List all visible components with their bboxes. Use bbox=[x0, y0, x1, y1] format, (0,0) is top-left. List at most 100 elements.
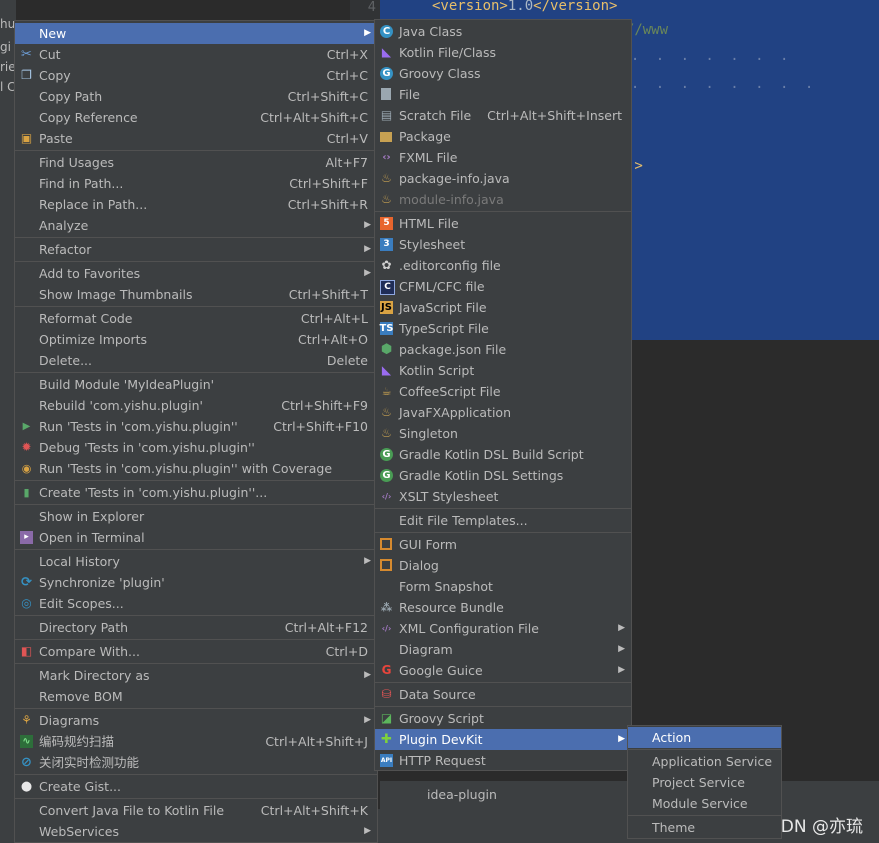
submenu-arrow-icon: ▶ bbox=[364, 826, 371, 836]
menu-item-show-image-thumbnails[interactable]: Show Image Thumbnails Ctrl+Shift+T bbox=[15, 284, 377, 305]
menu-item-shortcut: Ctrl+Shift+T bbox=[288, 287, 368, 302]
menu-item-label: Refactor bbox=[39, 242, 92, 257]
new-item-stylesheet[interactable]: 3 Stylesheet bbox=[375, 234, 631, 255]
new-item-plugin-devkit[interactable]: ✚ Plugin DevKit ▶ bbox=[375, 729, 631, 750]
menu-item-item[interactable]: ⊘ 关闭实时检测功能 bbox=[15, 752, 377, 773]
menu-item-label: Find in Path... bbox=[39, 176, 124, 191]
devkit-item-module-service[interactable]: Module Service bbox=[628, 793, 781, 814]
new-item-groovy-class[interactable]: G Groovy Class bbox=[375, 63, 631, 84]
menu-item-label: Paste bbox=[39, 131, 73, 146]
menu-item-label: Singleton bbox=[399, 426, 458, 441]
devkit-item-project-service[interactable]: Project Service bbox=[628, 772, 781, 793]
new-item-typescript-file[interactable]: TS TypeScript File bbox=[375, 318, 631, 339]
menu-item-find-in-path[interactable]: Find in Path... Ctrl+Shift+F bbox=[15, 173, 377, 194]
menu-item-new[interactable]: New ▶ bbox=[15, 23, 377, 44]
menu-item-diagrams[interactable]: ⚘ Diagrams ▶ bbox=[15, 710, 377, 731]
new-item-dialog[interactable]: Dialog bbox=[375, 555, 631, 576]
menu-item-delete[interactable]: Delete... Delete bbox=[15, 350, 377, 371]
new-item-package-json-file[interactable]: ⬢ package.json File bbox=[375, 339, 631, 360]
menu-item-copy-reference[interactable]: Copy Reference Ctrl+Alt+Shift+C bbox=[15, 107, 377, 128]
new-item-xml-configuration-file[interactable]: ‹/› XML Configuration File ▶ bbox=[375, 618, 631, 639]
menu-item-label: HTTP Request bbox=[399, 753, 486, 768]
menu-item-label: Convert Java File to Kotlin File bbox=[39, 803, 225, 818]
menu-item-copy[interactable]: ❐ Copy Ctrl+C bbox=[15, 65, 377, 86]
new-item-editorconfig-file[interactable]: ✿ .editorconfig file bbox=[375, 255, 631, 276]
menu-item-label: Remove BOM bbox=[39, 689, 123, 704]
new-item-diagram[interactable]: Diagram ▶ bbox=[375, 639, 631, 660]
new-item-scratch-file[interactable]: ▤ Scratch File Ctrl+Alt+Shift+Insert bbox=[375, 105, 631, 126]
menu-item-label: Reformat Code bbox=[39, 311, 133, 326]
new-item-html-file[interactable]: 5 HTML File bbox=[375, 213, 631, 234]
breadcrumb-item[interactable]: idea-plugin bbox=[427, 787, 497, 802]
menu-item-mark-directory-as[interactable]: Mark Directory as ▶ bbox=[15, 665, 377, 686]
menu-item-label: package-info.java bbox=[399, 171, 510, 186]
menu-item-analyze[interactable]: Analyze ▶ bbox=[15, 215, 377, 236]
menu-item-synchronize-plugin[interactable]: ⟳ Synchronize 'plugin' bbox=[15, 572, 377, 593]
menu-item-shortcut: Ctrl+Alt+O bbox=[298, 332, 368, 347]
new-item-kotlin-script[interactable]: ◣ Kotlin Script bbox=[375, 360, 631, 381]
menu-separator bbox=[375, 211, 631, 212]
menu-item-remove-bom[interactable]: Remove BOM bbox=[15, 686, 377, 707]
menu-item-cut[interactable]: ✂ Cut Ctrl+X bbox=[15, 44, 377, 65]
menu-item-build-module-myideaplugin[interactable]: Build Module 'MyIdeaPlugin' bbox=[15, 374, 377, 395]
new-item-gui-form[interactable]: GUI Form bbox=[375, 534, 631, 555]
menu-item-refactor[interactable]: Refactor ▶ bbox=[15, 239, 377, 260]
new-item-edit-file-templates[interactable]: Edit File Templates... bbox=[375, 510, 631, 531]
devkit-item-application-service[interactable]: Application Service bbox=[628, 751, 781, 772]
new-item-form-snapshot[interactable]: Form Snapshot bbox=[375, 576, 631, 597]
menu-item-label: Open in Terminal bbox=[39, 530, 145, 545]
new-item-xslt-stylesheet[interactable]: ‹/› XSLT Stylesheet bbox=[375, 486, 631, 507]
new-item-package-info-java[interactable]: ♨ package-info.java bbox=[375, 168, 631, 189]
menu-item-replace-in-path[interactable]: Replace in Path... Ctrl+Shift+R bbox=[15, 194, 377, 215]
new-item-resource-bundle[interactable]: ⁂ Resource Bundle bbox=[375, 597, 631, 618]
menu-item-webservices[interactable]: WebServices ▶ bbox=[15, 821, 377, 842]
menu-item-add-to-favorites[interactable]: Add to Favorites ▶ bbox=[15, 263, 377, 284]
menu-item-label: New bbox=[39, 26, 67, 41]
menu-item-run-tests-in-com-yishu-plugin-with-coverage[interactable]: ◉ Run 'Tests in 'com.yishu.plugin'' with … bbox=[15, 458, 377, 479]
menu-item-local-history[interactable]: Local History ▶ bbox=[15, 551, 377, 572]
new-item-file[interactable]: File bbox=[375, 84, 631, 105]
submenu-arrow-icon: ▶ bbox=[618, 734, 625, 744]
menu-item-copy-path[interactable]: Copy Path Ctrl+Shift+C bbox=[15, 86, 377, 107]
new-item-gradle-kotlin-dsl-build-script[interactable]: G Gradle Kotlin DSL Build Script bbox=[375, 444, 631, 465]
scopes-icon: ◎ bbox=[21, 596, 32, 610]
new-item-kotlin-file-class[interactable]: ◣ Kotlin File/Class bbox=[375, 42, 631, 63]
new-item-javascript-file[interactable]: JS JavaScript File bbox=[375, 297, 631, 318]
new-item-fxml-file[interactable]: ‹› FXML File bbox=[375, 147, 631, 168]
menu-item-directory-path[interactable]: Directory Path Ctrl+Alt+F12 bbox=[15, 617, 377, 638]
new-item-http-request[interactable]: API HTTP Request bbox=[375, 750, 631, 771]
new-item-gradle-kotlin-dsl-settings[interactable]: G Gradle Kotlin DSL Settings bbox=[375, 465, 631, 486]
menu-item-show-in-explorer[interactable]: Show in Explorer bbox=[15, 506, 377, 527]
menu-item-rebuild-com-yishu-plugin[interactable]: Rebuild 'com.yishu.plugin' Ctrl+Shift+F9 bbox=[15, 395, 377, 416]
new-item-javafxapplication[interactable]: ♨ JavaFXApplication bbox=[375, 402, 631, 423]
menu-item-open-in-terminal[interactable]: ▸ Open in Terminal bbox=[15, 527, 377, 548]
menu-item-paste[interactable]: ▣ Paste Ctrl+V bbox=[15, 128, 377, 149]
menu-item-label: Dialog bbox=[399, 558, 439, 573]
menu-item-run-tests-in-com-yishu-plugin[interactable]: ▶ Run 'Tests in 'com.yishu.plugin'' Ctrl+S… bbox=[15, 416, 377, 437]
menu-item-reformat-code[interactable]: Reformat Code Ctrl+Alt+L bbox=[15, 308, 377, 329]
menu-item-item[interactable]: ∿ 编码规约扫描 Ctrl+Alt+Shift+J bbox=[15, 731, 377, 752]
submenu-arrow-icon: ▶ bbox=[364, 556, 371, 566]
new-item-groovy-script[interactable]: ◪ Groovy Script bbox=[375, 708, 631, 729]
menu-item-edit-scopes[interactable]: ◎ Edit Scopes... bbox=[15, 593, 377, 614]
new-item-package[interactable]: Package bbox=[375, 126, 631, 147]
menu-item-label: Create 'Tests in 'com.yishu.plugin''... bbox=[39, 485, 268, 500]
devkit-item-action[interactable]: Action bbox=[628, 727, 781, 748]
menu-item-find-usages[interactable]: Find Usages Alt+F7 bbox=[15, 152, 377, 173]
menu-item-optimize-imports[interactable]: Optimize Imports Ctrl+Alt+O bbox=[15, 329, 377, 350]
menu-item-create-gist[interactable]: ● Create Gist... bbox=[15, 776, 377, 797]
new-item-cfml-cfc-file[interactable]: C CFML/CFC file bbox=[375, 276, 631, 297]
new-item-singleton[interactable]: ♨ Singleton bbox=[375, 423, 631, 444]
menu-item-create-tests-in-com-yishu-plugin[interactable]: ▮ Create 'Tests in 'com.yishu.plugin''... bbox=[15, 482, 377, 503]
cfml-icon: C bbox=[380, 280, 395, 295]
menu-item-convert-java-file-to-kotlin-file[interactable]: Convert Java File to Kotlin File Ctrl+Alt… bbox=[15, 800, 377, 821]
menu-item-shortcut: Ctrl+Alt+L bbox=[300, 311, 368, 326]
devkit-item-theme[interactable]: Theme bbox=[628, 817, 781, 838]
new-item-java-class[interactable]: C Java Class bbox=[375, 21, 631, 42]
new-item-google-guice[interactable]: G Google Guice ▶ bbox=[375, 660, 631, 681]
new-item-coffeescript-file[interactable]: ☕ CoffeeScript File bbox=[375, 381, 631, 402]
menu-item-compare-with[interactable]: ◧ Compare With... Ctrl+D bbox=[15, 641, 377, 662]
menu-item-debug-tests-in-com-yishu-plugin[interactable]: ✹ Debug 'Tests in 'com.yishu.plugin'' bbox=[15, 437, 377, 458]
coverage-icon: ◉ bbox=[21, 462, 32, 475]
new-item-data-source[interactable]: ⛁ Data Source bbox=[375, 684, 631, 705]
